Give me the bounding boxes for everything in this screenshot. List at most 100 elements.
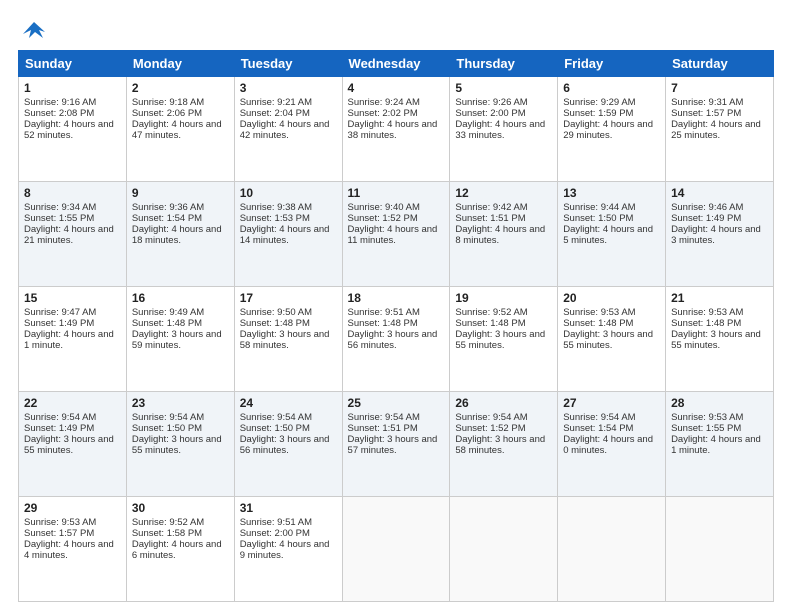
sunset-text: Sunset: 1:50 PM	[240, 423, 337, 434]
daylight-text: Daylight: 3 hours and 55 minutes.	[671, 329, 768, 351]
page: SundayMondayTuesdayWednesdayThursdayFrid…	[0, 0, 792, 612]
sunrise-text: Sunrise: 9:53 AM	[563, 307, 660, 318]
sunrise-text: Sunrise: 9:52 AM	[455, 307, 552, 318]
day-number: 9	[132, 186, 229, 200]
sunrise-text: Sunrise: 9:54 AM	[455, 412, 552, 423]
calendar-cell: 17Sunrise: 9:50 AMSunset: 1:48 PMDayligh…	[234, 287, 342, 392]
daylight-text: Daylight: 3 hours and 55 minutes.	[24, 434, 121, 456]
daylight-text: Daylight: 3 hours and 55 minutes.	[563, 329, 660, 351]
day-number: 29	[24, 501, 121, 515]
calendar-cell: 24Sunrise: 9:54 AMSunset: 1:50 PMDayligh…	[234, 392, 342, 497]
calendar-header-row: SundayMondayTuesdayWednesdayThursdayFrid…	[19, 51, 774, 77]
daylight-text: Daylight: 4 hours and 6 minutes.	[132, 539, 229, 561]
daylight-text: Daylight: 3 hours and 56 minutes.	[348, 329, 445, 351]
daylight-text: Daylight: 4 hours and 5 minutes.	[563, 224, 660, 246]
sunrise-text: Sunrise: 9:38 AM	[240, 202, 337, 213]
day-number: 24	[240, 396, 337, 410]
sunset-text: Sunset: 1:57 PM	[671, 108, 768, 119]
daylight-text: Daylight: 4 hours and 33 minutes.	[455, 119, 552, 141]
day-number: 6	[563, 81, 660, 95]
daylight-text: Daylight: 4 hours and 18 minutes.	[132, 224, 229, 246]
day-number: 12	[455, 186, 552, 200]
daylight-text: Daylight: 4 hours and 8 minutes.	[455, 224, 552, 246]
calendar-cell: 16Sunrise: 9:49 AMSunset: 1:48 PMDayligh…	[126, 287, 234, 392]
sunrise-text: Sunrise: 9:31 AM	[671, 97, 768, 108]
calendar-cell: 10Sunrise: 9:38 AMSunset: 1:53 PMDayligh…	[234, 182, 342, 287]
calendar-cell: 3Sunrise: 9:21 AMSunset: 2:04 PMDaylight…	[234, 77, 342, 182]
day-number: 2	[132, 81, 229, 95]
sunset-text: Sunset: 1:58 PM	[132, 528, 229, 539]
calendar-cell: 25Sunrise: 9:54 AMSunset: 1:51 PMDayligh…	[342, 392, 450, 497]
sunset-text: Sunset: 2:04 PM	[240, 108, 337, 119]
daylight-text: Daylight: 4 hours and 47 minutes.	[132, 119, 229, 141]
calendar-cell: 18Sunrise: 9:51 AMSunset: 1:48 PMDayligh…	[342, 287, 450, 392]
sunrise-text: Sunrise: 9:36 AM	[132, 202, 229, 213]
day-number: 18	[348, 291, 445, 305]
calendar-cell: 6Sunrise: 9:29 AMSunset: 1:59 PMDaylight…	[558, 77, 666, 182]
sunset-text: Sunset: 1:54 PM	[132, 213, 229, 224]
sunrise-text: Sunrise: 9:53 AM	[671, 307, 768, 318]
calendar-cell	[666, 497, 774, 602]
sunrise-text: Sunrise: 9:54 AM	[563, 412, 660, 423]
day-number: 15	[24, 291, 121, 305]
sunrise-text: Sunrise: 9:24 AM	[348, 97, 445, 108]
day-number: 10	[240, 186, 337, 200]
daylight-text: Daylight: 4 hours and 1 minute.	[671, 434, 768, 456]
daylight-text: Daylight: 4 hours and 1 minute.	[24, 329, 121, 351]
sunset-text: Sunset: 1:52 PM	[455, 423, 552, 434]
header	[18, 18, 774, 40]
day-number: 4	[348, 81, 445, 95]
calendar-week-4: 22Sunrise: 9:54 AMSunset: 1:49 PMDayligh…	[19, 392, 774, 497]
calendar-cell: 27Sunrise: 9:54 AMSunset: 1:54 PMDayligh…	[558, 392, 666, 497]
calendar-cell: 13Sunrise: 9:44 AMSunset: 1:50 PMDayligh…	[558, 182, 666, 287]
sunset-text: Sunset: 1:48 PM	[348, 318, 445, 329]
calendar-cell: 15Sunrise: 9:47 AMSunset: 1:49 PMDayligh…	[19, 287, 127, 392]
sunset-text: Sunset: 1:55 PM	[671, 423, 768, 434]
calendar-header-thursday: Thursday	[450, 51, 558, 77]
calendar-header-friday: Friday	[558, 51, 666, 77]
daylight-text: Daylight: 4 hours and 0 minutes.	[563, 434, 660, 456]
sunrise-text: Sunrise: 9:53 AM	[24, 517, 121, 528]
calendar-cell: 12Sunrise: 9:42 AMSunset: 1:51 PMDayligh…	[450, 182, 558, 287]
sunset-text: Sunset: 1:48 PM	[563, 318, 660, 329]
sunrise-text: Sunrise: 9:54 AM	[24, 412, 121, 423]
sunrise-text: Sunrise: 9:54 AM	[348, 412, 445, 423]
day-number: 11	[348, 186, 445, 200]
calendar-cell	[342, 497, 450, 602]
calendar-cell: 20Sunrise: 9:53 AMSunset: 1:48 PMDayligh…	[558, 287, 666, 392]
daylight-text: Daylight: 4 hours and 29 minutes.	[563, 119, 660, 141]
calendar-cell: 29Sunrise: 9:53 AMSunset: 1:57 PMDayligh…	[19, 497, 127, 602]
daylight-text: Daylight: 3 hours and 55 minutes.	[455, 329, 552, 351]
calendar-cell: 9 Sunrise: 9:36 AMSunset: 1:54 PMDaylight…	[126, 182, 234, 287]
sunrise-text: Sunrise: 9:54 AM	[132, 412, 229, 423]
day-number: 30	[132, 501, 229, 515]
sunset-text: Sunset: 2:02 PM	[348, 108, 445, 119]
daylight-text: Daylight: 3 hours and 57 minutes.	[348, 434, 445, 456]
sunrise-text: Sunrise: 9:21 AM	[240, 97, 337, 108]
sunrise-text: Sunrise: 9:49 AM	[132, 307, 229, 318]
sunset-text: Sunset: 1:51 PM	[348, 423, 445, 434]
calendar-header-monday: Monday	[126, 51, 234, 77]
day-number: 5	[455, 81, 552, 95]
daylight-text: Daylight: 4 hours and 11 minutes.	[348, 224, 445, 246]
sunset-text: Sunset: 1:49 PM	[24, 423, 121, 434]
calendar-header-wednesday: Wednesday	[342, 51, 450, 77]
sunrise-text: Sunrise: 9:51 AM	[240, 517, 337, 528]
logo-bird-icon	[21, 18, 47, 44]
sunset-text: Sunset: 1:50 PM	[563, 213, 660, 224]
sunset-text: Sunset: 2:00 PM	[240, 528, 337, 539]
day-number: 22	[24, 396, 121, 410]
daylight-text: Daylight: 4 hours and 4 minutes.	[24, 539, 121, 561]
sunset-text: Sunset: 1:50 PM	[132, 423, 229, 434]
calendar-cell: 31Sunrise: 9:51 AMSunset: 2:00 PMDayligh…	[234, 497, 342, 602]
day-number: 19	[455, 291, 552, 305]
sunrise-text: Sunrise: 9:29 AM	[563, 97, 660, 108]
sunset-text: Sunset: 1:48 PM	[671, 318, 768, 329]
sunrise-text: Sunrise: 9:47 AM	[24, 307, 121, 318]
calendar-cell: 21Sunrise: 9:53 AMSunset: 1:48 PMDayligh…	[666, 287, 774, 392]
calendar-week-2: 8Sunrise: 9:34 AMSunset: 1:55 PMDaylight…	[19, 182, 774, 287]
calendar-cell: 19Sunrise: 9:52 AMSunset: 1:48 PMDayligh…	[450, 287, 558, 392]
sunset-text: Sunset: 2:00 PM	[455, 108, 552, 119]
day-number: 17	[240, 291, 337, 305]
sunrise-text: Sunrise: 9:16 AM	[24, 97, 121, 108]
